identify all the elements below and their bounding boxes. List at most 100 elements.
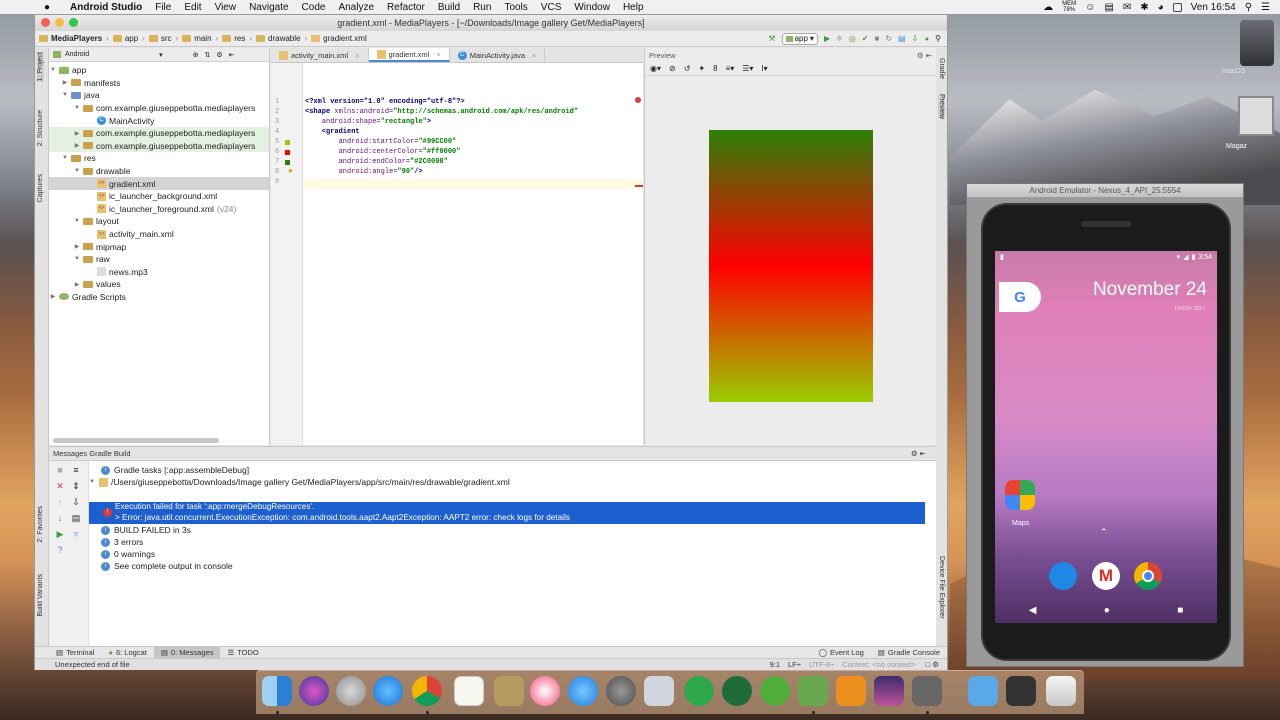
breadcrumb-drawable[interactable]: drawable ›: [256, 34, 307, 43]
xbox-icon[interactable]: [760, 676, 790, 706]
search-icon[interactable]: ⚲: [1245, 2, 1252, 13]
apple-menu-icon[interactable]: ●: [44, 2, 58, 13]
tab-todo[interactable]: ☰ TODO: [220, 647, 265, 659]
tree-item-mipmap[interactable]: ▶ mipmap: [49, 240, 269, 253]
simulator-icon[interactable]: [912, 676, 942, 706]
clock[interactable]: Ven 16:54: [1191, 2, 1236, 13]
chrome-icon[interactable]: [412, 676, 442, 706]
tree-item-package[interactable]: ▼ com.example.giuseppebotta.mediaplayers: [49, 102, 269, 115]
horizontal-scrollbar[interactable]: [53, 438, 219, 443]
back-icon[interactable]: ◀: [1029, 605, 1037, 616]
menu-window[interactable]: Window: [574, 2, 610, 13]
menu-refactor[interactable]: Refactor: [387, 2, 425, 13]
messages-app-icon[interactable]: [1049, 562, 1077, 590]
notes-icon[interactable]: [454, 676, 484, 706]
filter-icon[interactable]: ▿: [71, 529, 81, 539]
tree-item-manifests[interactable]: ▶ manifests: [49, 77, 269, 90]
lightbulb-icon[interactable]: ●: [288, 166, 293, 175]
downloads-folder-icon[interactable]: [968, 676, 998, 706]
tab-activity-main-xml[interactable]: activity_main.xml ×: [271, 48, 369, 62]
message-build-failed[interactable]: i BUILD FAILED in 3s: [101, 524, 191, 536]
tab-gradle[interactable]: Gradle: [938, 58, 945, 79]
export-icon[interactable]: ⇩: [71, 497, 81, 507]
sdk-manager-icon[interactable]: ⇩: [912, 34, 919, 43]
tab-favorites[interactable]: 2: Favorites: [37, 506, 44, 543]
gmail-app-icon[interactable]: M: [1092, 562, 1120, 590]
tab-gradient-xml[interactable]: gradient.xml ×: [368, 48, 450, 62]
tab-gradle-console[interactable]: ▤ Gradle Console: [871, 647, 947, 659]
memory-status[interactable]: MEM 78%: [1062, 1, 1076, 13]
sync-scroll-icon[interactable]: ⊕: [193, 51, 199, 59]
lock-icon[interactable]: □ ⚙: [926, 660, 939, 669]
tab-captures[interactable]: Captures: [37, 174, 44, 202]
tree-item-raw[interactable]: ▼ raw: [49, 253, 269, 266]
menu-vcs[interactable]: VCS: [541, 2, 562, 13]
magic-wand-icon[interactable]: ✦: [698, 64, 705, 73]
stop-icon[interactable]: ■: [874, 34, 879, 43]
money-app-icon[interactable]: [684, 676, 714, 706]
collapse-all-icon[interactable]: ⇅: [205, 51, 211, 59]
tree-item-package-androidtest[interactable]: ▶ com.example.giuseppebotta.mediaplayers: [49, 126, 269, 140]
wifi-icon[interactable]: ◕: [1158, 2, 1164, 13]
close-icon[interactable]: ✕: [55, 481, 65, 491]
android-icon[interactable]: ◕: [924, 34, 929, 43]
tree-item-drawable[interactable]: ▼ drawable: [49, 165, 269, 178]
app-drawer-caret-icon[interactable]: ⌃: [1100, 527, 1108, 538]
menu-run[interactable]: Run: [473, 2, 491, 13]
expand-arrow-icon[interactable]: ▼: [49, 67, 57, 73]
file-encoding[interactable]: UTF-8÷: [809, 660, 834, 669]
run-config-select[interactable]: app ▾: [781, 32, 818, 45]
zoom-window-button[interactable]: [69, 18, 78, 27]
hide-panel-icon[interactable]: ⇤: [229, 51, 235, 59]
message-warnings-count[interactable]: i 0 warnings: [101, 548, 155, 560]
hammer-icon[interactable]: ⚒: [768, 34, 775, 43]
launchpad-icon[interactable]: [336, 676, 366, 706]
expand-all-icon[interactable]: ⇕: [71, 481, 81, 491]
cursor-position[interactable]: 9:1: [770, 660, 780, 669]
contacts-icon[interactable]: [494, 676, 524, 706]
debug-icon[interactable]: ✱: [836, 34, 843, 43]
message-gradle-tasks[interactable]: i Gradle tasks [:app:assembleDebug]: [101, 464, 249, 476]
tree-item-activity-main[interactable]: <> activity_main.xml: [49, 228, 269, 241]
trash-icon[interactable]: [1046, 676, 1076, 706]
tab-event-log[interactable]: ◯ Event Log: [812, 647, 871, 659]
itunes-icon[interactable]: [530, 676, 560, 706]
close-icon[interactable]: ×: [436, 50, 440, 59]
down-arrow-icon[interactable]: ↓: [55, 513, 65, 523]
home-icon[interactable]: ●: [1104, 605, 1110, 616]
no-device-icon[interactable]: ⊘: [669, 64, 676, 73]
message-console-link[interactable]: i See complete output in console: [101, 560, 233, 572]
list-icon[interactable]: ≡▾: [726, 64, 735, 73]
expand-arrow-icon[interactable]: ▼: [61, 155, 69, 161]
tree-item-layout[interactable]: ▼ layout: [49, 215, 269, 228]
tab-project[interactable]: 1: Project: [37, 52, 44, 82]
menu-edit[interactable]: Edit: [184, 2, 201, 13]
zoom-select[interactable]: 8: [713, 64, 717, 73]
expand-arrow-icon[interactable]: ▼: [73, 105, 81, 111]
expand-arrow-icon[interactable]: ▶: [73, 142, 81, 149]
tree-item-news-mp3[interactable]: news.mp3: [49, 266, 269, 279]
breadcrumb-main[interactable]: main ›: [182, 34, 218, 43]
menu-analyze[interactable]: Analyze: [338, 2, 374, 13]
code-editor[interactable]: <?xml version="1.0" encoding="utf-8"?> <…: [303, 63, 643, 445]
expand-arrow-icon[interactable]: ▼: [89, 479, 95, 485]
chevron-down-icon[interactable]: ▾: [159, 51, 163, 59]
recent-window-icon[interactable]: [1006, 676, 1036, 706]
text-icon[interactable]: I▾: [761, 64, 767, 73]
expand-arrow-icon[interactable]: ▶: [73, 281, 81, 288]
close-icon[interactable]: ×: [532, 51, 536, 60]
tree-item-gradle-scripts[interactable]: ▶ Gradle Scripts: [49, 291, 269, 304]
line-separator[interactable]: LF÷: [788, 660, 801, 669]
sync-gradle-icon[interactable]: ↻: [885, 34, 892, 43]
siri-icon[interactable]: [299, 676, 329, 706]
desktop-drive-icon[interactable]: [1240, 20, 1274, 66]
recents-icon[interactable]: ■: [1177, 605, 1183, 616]
menu-build[interactable]: Build: [438, 2, 460, 13]
tree-item-res[interactable]: ▼ res: [49, 152, 269, 165]
expand-arrow-icon[interactable]: ▶: [49, 293, 57, 300]
chat-icon[interactable]: ✉: [1123, 2, 1131, 13]
breadcrumb-file[interactable]: gradient.xml: [311, 34, 367, 43]
run-config-icon[interactable]: ▶: [55, 529, 65, 539]
breadcrumb-src[interactable]: src ›: [148, 34, 178, 43]
attach-debugger-icon[interactable]: ✔: [862, 34, 869, 43]
